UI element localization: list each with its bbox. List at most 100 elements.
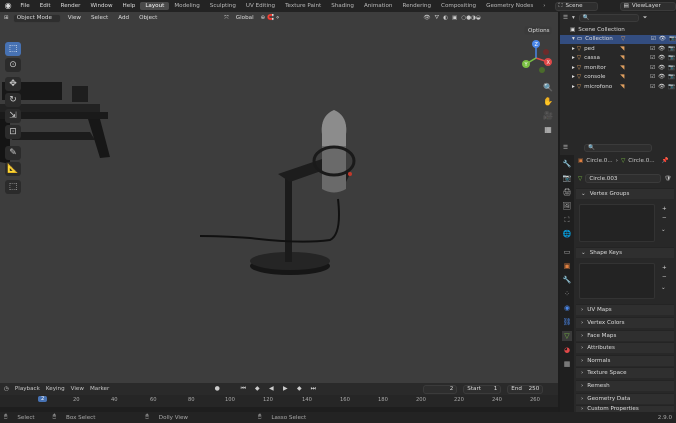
play-icon[interactable]: ▶ (281, 385, 289, 393)
vertex-groups-list[interactable] (579, 204, 655, 242)
panel-custom-properties[interactable]: › Custom Properties (576, 405, 674, 412)
visibility-icon[interactable]: 👁 (423, 15, 430, 21)
editor-type-icon[interactable]: ⊞ (4, 15, 9, 21)
cursor-tool-icon[interactable]: ⊙ (5, 58, 21, 72)
tab-modeling[interactable]: Modeling (169, 2, 204, 10)
expand-icon[interactable]: ▸ (572, 55, 575, 61)
shape-keys-list[interactable] (579, 263, 655, 299)
panel-geometry-data[interactable]: › Geometry Data (576, 393, 674, 404)
overlays-icon[interactable]: ◐ (443, 15, 448, 21)
outliner-item-microfono[interactable]: ▸ ▽ microfono ◥ ☑ 👁 📷 (560, 82, 676, 92)
tab-uv-editing[interactable]: UV Editing (241, 2, 280, 10)
eye-icon[interactable]: 👁 (658, 65, 665, 71)
expand-icon[interactable]: ▸ (572, 74, 575, 80)
next-keyframe-icon[interactable]: ◆ (295, 385, 303, 393)
tab-texture-paint[interactable]: Texture Paint (280, 2, 326, 10)
checkbox-icon[interactable]: ☑ (650, 65, 655, 71)
outliner-editor-icon[interactable]: ☰ (563, 15, 568, 21)
checkbox-icon[interactable]: ☑ (650, 46, 655, 52)
chevron-down-icon[interactable]: ⌄ (661, 227, 666, 233)
tab-geometry-nodes[interactable]: Geometry Nodes (481, 2, 538, 10)
tab-layout[interactable]: Layout (140, 2, 170, 10)
panel-face-maps[interactable]: › Face Maps (576, 330, 674, 341)
properties-editor-icon[interactable]: ☰ (563, 145, 568, 151)
panel-shape-keys[interactable]: ⌄ Shape Keys (576, 247, 674, 258)
record-icon[interactable]: ● (213, 385, 221, 393)
view-layer-selector[interactable]: ▤ ViewLayer (619, 1, 676, 11)
particles-tab-icon[interactable]: ⁘ (562, 289, 572, 299)
rotate-tool-icon[interactable]: ↻ (5, 93, 21, 107)
select-box-tool[interactable]: ⬚ (5, 42, 21, 56)
blender-logo-icon[interactable]: ◉ (4, 1, 12, 11)
chevron-down-icon[interactable]: ⌄ (661, 285, 666, 291)
remove-icon[interactable]: − (662, 215, 667, 221)
object-tab-icon[interactable]: ▣ (562, 261, 572, 271)
jump-end-icon[interactable]: ⏭ (309, 385, 317, 393)
checkbox-icon[interactable]: ☑ (651, 36, 656, 42)
annotate-tool-icon[interactable]: ✎ (5, 146, 21, 160)
outliner-item-ped[interactable]: ▸ ▽ ped ◥ ☑ 👁 📷 (560, 44, 676, 54)
camera-icon[interactable]: 📷 (668, 84, 675, 90)
timeline-ruler[interactable]: 2 20 40 60 80 100 120 140 160 180 200 22… (0, 395, 558, 407)
transform-tool-icon[interactable]: ⊡ (5, 125, 21, 139)
texture-tab-icon[interactable]: ▦ (562, 359, 572, 369)
panel-remesh[interactable]: › Remesh (576, 380, 674, 391)
viewport-menu-select[interactable]: Select (88, 15, 111, 21)
scene-selector[interactable]: ⛶ Scene (554, 1, 598, 11)
world-tab-icon[interactable]: 🌐 (562, 229, 572, 239)
viewport-menu-view[interactable]: View (65, 15, 84, 21)
material-tab-icon[interactable]: ◕ (562, 345, 572, 355)
playhead-frame[interactable]: 2 (38, 396, 48, 402)
menu-help[interactable]: Help (118, 3, 141, 9)
camera-icon[interactable]: 📷 (668, 55, 675, 61)
modifier-tab-icon[interactable]: 🔧 (562, 275, 572, 285)
measure-tool-icon[interactable]: 📐 (5, 162, 21, 176)
panel-attributes[interactable]: › Attributes (576, 342, 674, 353)
remove-icon[interactable]: − (662, 274, 667, 280)
timeline-menu-marker[interactable]: Marker (90, 386, 109, 392)
prev-keyframe-icon[interactable]: ◆ (253, 385, 261, 393)
output-tab-icon[interactable]: 🖨 (562, 187, 572, 197)
expand-icon[interactable]: ▸ (572, 84, 575, 90)
eye-icon[interactable]: 👁 (658, 55, 665, 61)
current-frame-field[interactable]: 2 (423, 384, 458, 394)
view-layer-tab-icon[interactable]: 🖼 (562, 201, 572, 211)
camera-icon[interactable]: 📷 (668, 74, 675, 80)
outliner-item-collection[interactable]: ▾ ▭ Collection ▽ ☑ 👁 📷 (560, 34, 676, 44)
scale-tool-icon[interactable]: ⇲ (5, 109, 21, 123)
shading-modes-icon[interactable]: ○●◑◒ (461, 15, 481, 21)
zoom-icon[interactable]: 🔍 (542, 82, 554, 94)
mode-selector[interactable]: Object Mode (12, 13, 61, 23)
collection-tab-icon[interactable]: ▭ (562, 247, 572, 257)
eye-icon[interactable]: 👁 (658, 74, 665, 80)
eye-icon[interactable]: 👁 (659, 36, 666, 42)
checkbox-icon[interactable]: ☑ (650, 55, 655, 61)
filter-icon[interactable]: ⏷ (643, 15, 647, 22)
expand-icon[interactable]: ▾ (572, 36, 575, 42)
mesh-data-tab-icon[interactable]: ▽ (562, 331, 572, 341)
render-tab-icon[interactable]: 📷 (562, 173, 572, 183)
panel-texture-space[interactable]: › Texture Space (576, 367, 674, 378)
viewport-menu-object[interactable]: Object (136, 15, 160, 21)
outliner-item-cassa[interactable]: ▸ ▽ cassa ◥ ☑ 👁 📷 (560, 54, 676, 64)
menu-edit[interactable]: Edit (35, 3, 56, 9)
outliner-search-input[interactable]: 🔍 (578, 14, 639, 22)
snap-icon[interactable]: ⊕ 🧲 ⋄ (261, 15, 280, 21)
add-cube-tool-icon[interactable]: ⬚ (5, 180, 21, 194)
viewport-menu-add[interactable]: Add (115, 15, 132, 21)
timeline-menu-view[interactable]: View (71, 386, 84, 392)
eye-icon[interactable]: 👁 (658, 46, 665, 52)
scene-tab-icon[interactable]: ⛶ (562, 215, 572, 225)
navigation-gizmo[interactable]: X Z Y (518, 40, 554, 76)
add-icon[interactable]: + (662, 206, 667, 212)
gizmo-icon[interactable]: ⛛ (434, 15, 439, 22)
menu-render[interactable]: Render (56, 3, 86, 9)
panel-uv-maps[interactable]: › UV Maps (576, 304, 674, 315)
outliner-display-icon[interactable]: ▾ (572, 15, 575, 21)
menu-file[interactable]: File (15, 3, 34, 9)
panel-vertex-colors[interactable]: › Vertex Colors (576, 317, 674, 328)
perspective-grid-icon[interactable]: ▦ (542, 124, 554, 136)
constraints-tab-icon[interactable]: ⛓ (562, 317, 572, 327)
orientation-selector[interactable]: Global (233, 15, 257, 21)
add-icon[interactable]: + (662, 265, 667, 271)
